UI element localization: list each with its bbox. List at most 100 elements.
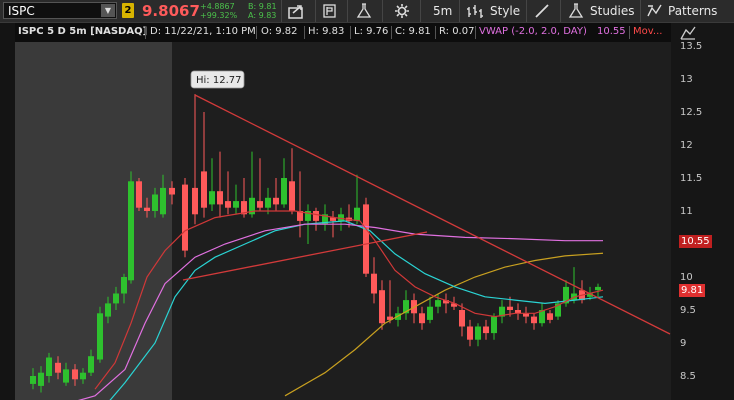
candle-body[interactable] [63,369,69,383]
candle-body[interactable] [136,181,142,208]
drawing-tool-button[interactable] [534,0,552,22]
chart-toolbar: ISPC ▼ 2 9.8067 +4.8867 +99.32% B: 9.81 … [0,0,734,23]
high-annotation: Hi: 12.77 [190,70,245,89]
candle-body[interactable] [435,300,441,307]
bar-range: R: 0.07 [439,26,475,37]
info-divider [256,26,257,39]
candle-body[interactable] [160,187,166,215]
toolbar-divider [281,0,282,22]
candle-body[interactable] [491,316,497,334]
candle-body[interactable] [273,197,279,205]
candle-body[interactable] [46,357,52,376]
candle-body[interactable] [233,201,239,208]
candle-body[interactable] [265,197,271,208]
candle-body[interactable] [30,376,36,384]
price-axis-tick: 13.5 [680,41,703,52]
flask-icon [356,3,372,18]
style-icon [467,5,483,18]
info-divider [304,26,305,39]
candle-body[interactable] [257,201,263,208]
candle-body[interactable] [313,211,319,221]
candle-body[interactable] [144,207,150,211]
price-axis-tick: 11 [680,206,693,217]
candle-body[interactable] [121,277,127,294]
candle-body[interactable] [595,286,601,291]
candle-body[interactable] [152,194,158,212]
studies-flask-icon [568,3,584,18]
candle-body[interactable] [113,293,119,304]
candle-body[interactable] [72,369,78,380]
high-annotation-label: Hi: 12.77 [196,75,241,86]
candle-body[interactable] [475,326,481,340]
candle-body[interactable] [363,204,369,274]
candle-body[interactable] [483,326,489,334]
candle-body[interactable] [371,273,377,294]
candle-body[interactable] [97,313,103,360]
axis-zoom-icon[interactable] [680,26,696,40]
chart-title: ISPC 5 D 5m [NASDAQ] [18,26,148,37]
vwap-study-label[interactable]: VWAP (-2.0, 2.0, DAY) [479,26,587,37]
price-chart-canvas[interactable]: Hi: 12.77 [15,42,671,400]
price-axis-tick: 9 [680,338,687,349]
candle-body[interactable] [192,187,198,215]
gear-icon [395,4,409,18]
symbol-input[interactable]: ISPC ▼ [3,2,117,19]
candle-body[interactable] [55,362,61,373]
toolbar-divider [347,0,348,22]
share-icon [288,5,303,19]
candle-body[interactable] [354,207,360,221]
settings-button[interactable] [394,0,412,22]
ask-price: A: 9.83 [248,11,277,20]
patterns-label: Patterns [668,4,718,18]
style-button[interactable]: Style [466,0,520,22]
timeframe-button[interactable]: 5m [433,0,452,22]
candle-body[interactable] [201,171,207,208]
studies-button[interactable]: Studies [568,0,635,22]
candle-body[interactable] [531,316,537,324]
candle-body[interactable] [507,306,513,310]
candle-body[interactable] [169,187,175,195]
candle-body[interactable] [547,313,553,320]
bar-open: O: 9.82 [261,26,298,37]
style-label: Style [490,4,521,18]
candle-body[interactable] [379,290,385,324]
candle-body[interactable] [467,326,473,340]
candle-body[interactable] [80,372,86,380]
candle-body[interactable] [427,306,433,320]
moving-average-label[interactable]: Mov... [633,26,662,37]
info-divider [435,26,436,39]
candle-body[interactable] [38,372,44,386]
premarket-shading [15,42,172,400]
candle-body[interactable] [209,191,215,205]
symbol-dropdown-icon[interactable]: ▼ [101,4,115,17]
bid-price: B: 9.81 [248,2,277,11]
candle-body[interactable] [281,178,287,205]
candle-body[interactable] [459,310,465,327]
price-axis-tick: 12 [680,140,693,151]
candle-body[interactable] [105,303,111,317]
candle-body[interactable] [217,191,223,205]
flag-icon [323,4,336,18]
info-divider [350,26,351,39]
patterns-icon [647,4,662,17]
flag-button[interactable] [322,0,340,22]
share-button[interactable] [288,0,308,22]
last-price: 9.8067 [142,2,200,20]
vwap-study-value: 10.55 [597,26,626,37]
price-axis-tick: 8.5 [680,371,696,382]
price-axis-tick: 13 [680,74,693,85]
link-group-badge[interactable]: 2 [122,3,134,18]
drawing-line-icon [535,4,549,18]
price-axis-tick: 9.5 [680,305,696,316]
candle-body[interactable] [289,181,295,211]
toolbar-divider [640,0,641,22]
candle-body[interactable] [88,356,94,373]
info-divider [475,26,476,39]
candle-body[interactable] [225,201,231,208]
flask-button[interactable] [356,0,374,22]
candle-body[interactable] [128,181,134,281]
patterns-button[interactable]: Patterns [647,0,731,22]
candle-body[interactable] [182,184,188,251]
bar-low: L: 9.76 [354,26,389,37]
candle-body[interactable] [419,313,425,324]
